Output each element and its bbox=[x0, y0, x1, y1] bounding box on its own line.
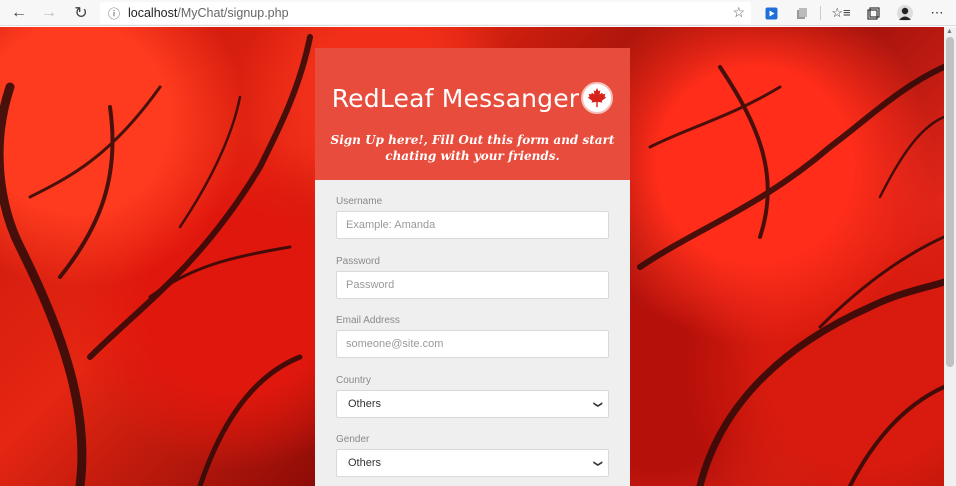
toolbar-divider bbox=[820, 6, 821, 20]
extension-button[interactable] bbox=[790, 3, 812, 23]
extension-icon bbox=[796, 7, 807, 19]
country-label: Country bbox=[336, 375, 372, 386]
info-icon[interactable]: ⓘ bbox=[100, 5, 128, 22]
favorites-icon: ☆≡ bbox=[831, 5, 851, 20]
gender-label: Gender bbox=[336, 434, 370, 445]
favorites-button[interactable]: ☆≡ bbox=[830, 3, 852, 23]
media-extension-button[interactable] bbox=[760, 3, 782, 23]
password-label: Password bbox=[336, 256, 380, 267]
username-label: Username bbox=[336, 196, 383, 207]
title-row: RedLeaf Messanger bbox=[315, 82, 630, 114]
forward-button[interactable]: → bbox=[38, 3, 60, 23]
email-label: Email Address bbox=[336, 315, 400, 326]
collections-icon bbox=[866, 6, 880, 20]
url-path: /MyChat/signup.php bbox=[177, 6, 289, 20]
browser-toolbar: ← → ↻ ⓘ localhost/MyChat/signup.php ☆ ☆≡… bbox=[0, 0, 956, 26]
password-input[interactable] bbox=[336, 271, 609, 299]
signup-form-card: RedLeaf Messanger Sign Up here!, Fill Ou… bbox=[315, 48, 630, 486]
country-selected-value: Others bbox=[348, 398, 382, 410]
email-input[interactable] bbox=[336, 330, 609, 358]
form-header: RedLeaf Messanger Sign Up here!, Fill Ou… bbox=[315, 48, 630, 180]
back-button[interactable]: ← bbox=[8, 3, 30, 23]
collections-button[interactable] bbox=[862, 3, 884, 23]
refresh-button[interactable]: ↻ bbox=[70, 3, 92, 23]
scroll-up-icon[interactable]: ▲ bbox=[946, 28, 953, 35]
app-title: RedLeaf Messanger bbox=[331, 83, 580, 113]
more-icon: ⋯ bbox=[930, 5, 944, 20]
scrollbar-thumb[interactable] bbox=[946, 37, 954, 367]
form-subtitle: Sign Up here!, Fill Out this form and st… bbox=[330, 133, 615, 163]
media-extension-icon bbox=[765, 7, 777, 19]
gender-select[interactable]: Others ❯ bbox=[336, 449, 609, 477]
forward-icon: → bbox=[41, 4, 57, 21]
profile-avatar-icon bbox=[897, 5, 913, 21]
favorite-star-icon[interactable]: ☆ bbox=[732, 4, 745, 21]
gender-selected-value: Others bbox=[348, 457, 382, 469]
chevron-down-icon: ❯ bbox=[593, 459, 604, 467]
chevron-down-icon: ❯ bbox=[593, 400, 604, 408]
maple-leaf-icon bbox=[588, 87, 607, 108]
more-button[interactable]: ⋯ bbox=[926, 3, 948, 23]
page-scrollbar[interactable]: ▲ bbox=[944, 27, 956, 486]
url-host: localhost bbox=[128, 6, 178, 20]
url-text: localhost/MyChat/signup.php bbox=[128, 6, 289, 20]
country-select[interactable]: Others ❯ bbox=[336, 390, 609, 418]
back-icon: ← bbox=[11, 4, 27, 21]
username-input[interactable] bbox=[336, 211, 609, 239]
refresh-icon: ↻ bbox=[74, 5, 88, 22]
maple-leaf-logo bbox=[581, 82, 614, 114]
profile-button[interactable] bbox=[894, 3, 916, 23]
address-bar[interactable]: ⓘ localhost/MyChat/signup.php ☆ bbox=[100, 2, 751, 24]
